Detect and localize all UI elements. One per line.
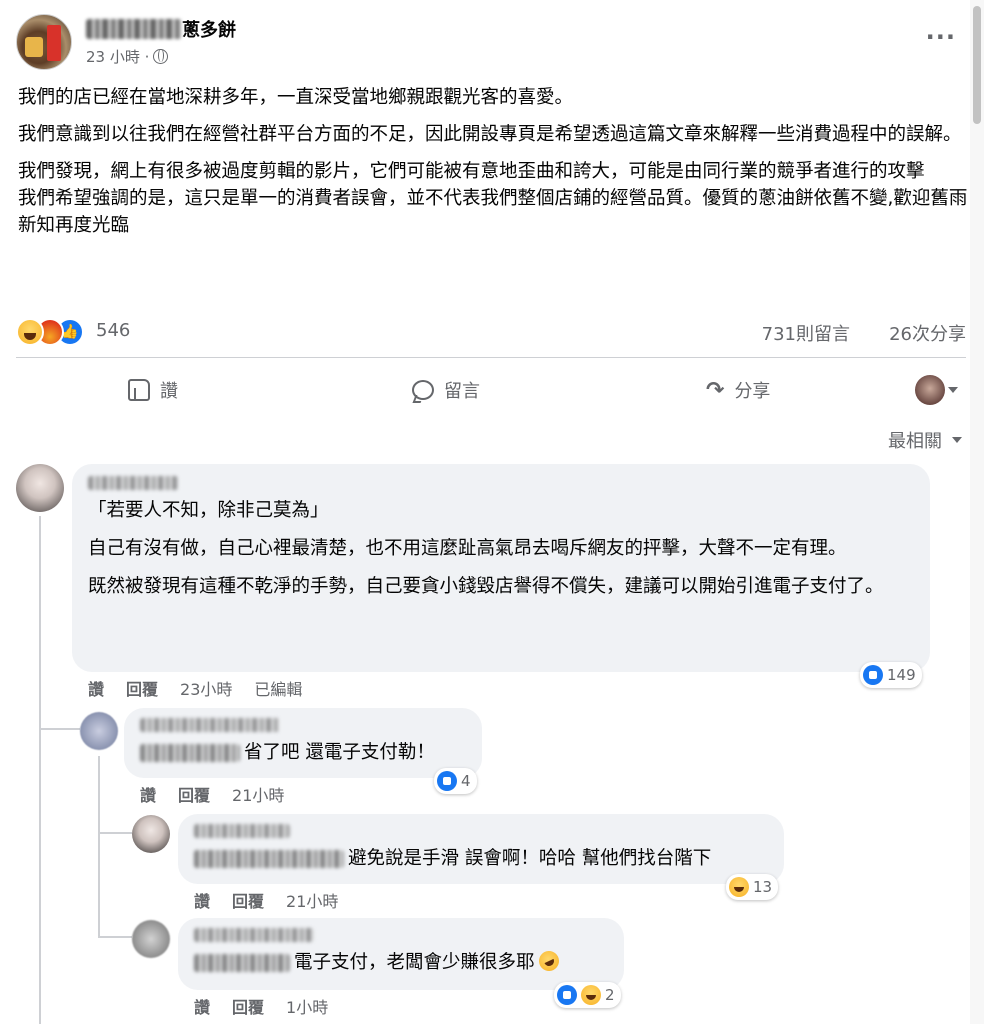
page-name[interactable]: 蔥多餅 [182,20,236,41]
comment-paragraph: 既然被發現有這種不乾淨的手勢，自己要貪小錢毀店譽得不償失，建議可以開始引進電子支… [88,576,884,597]
like-reaction-icon [863,665,883,685]
comment-like-button[interactable]: 讚 [194,994,210,1018]
comment-label: 留言 [444,381,480,402]
comment-like-button[interactable]: 讚 [194,888,210,912]
post-time[interactable]: 23 小時 [86,48,140,66]
comment-time[interactable]: 1小時 [286,994,328,1018]
sort-label: 最相關 [888,431,942,452]
like-label: 讚 [160,381,178,402]
comment-reactions[interactable]: 13 [726,874,779,900]
divider [16,357,966,358]
like-reaction-icon [557,985,577,1005]
page-avatar[interactable] [16,14,72,70]
comment-bubble: 省了吧 還電子支付勒！ [124,708,482,778]
comment-reply-button[interactable]: 回覆 [232,888,264,912]
avatar[interactable] [132,920,170,958]
redacted-name [86,19,182,39]
haha-reaction-icon [581,985,601,1005]
like-reaction-icon [437,771,457,791]
share-arrow-icon: ↷ [706,377,725,403]
comment-bubble: 電子支付，老闆會少賺很多耶 [178,918,624,990]
thread-line [98,756,100,936]
comment-bubble-icon [412,380,434,400]
redacted-mention [194,954,290,972]
comment-button[interactable]: 留言 [412,364,480,416]
action-bar: 讚 留言 ↷ 分享 [16,364,966,416]
comment-reply-button[interactable]: 回覆 [232,994,264,1018]
rofl-emoji-icon [535,947,562,975]
caret-down-icon [952,437,962,443]
page-name-link[interactable]: 蔥多餅 [86,16,236,42]
comment-bubble: 避免說是手滑 誤會啊！哈哈 幫他們找台階下 [178,814,784,884]
comment-paragraph: 避免說是手滑 誤會啊！哈哈 幫他們找台階下 [348,848,712,869]
thread-line [98,832,132,834]
post-stats: 👍 546 731則留言 26次分享 [16,316,966,348]
comment-actions: 讚 回覆 21小時 [194,888,338,912]
post-paragraph: 我們發現，網上有很多被過度剪輯的影片，它們可能被有意地歪曲和誇大，可能是由同行業… [18,161,925,182]
post-paragraph: 我們的店已經在當地深耕多年，一直深受當地鄉親跟觀光客的喜愛。 [18,87,574,108]
comment-bubble: 「若要人不知，除非己莫為」 自己有沒有做，自己心裡最清楚，也不用這麼趾高氣昂去喝… [72,464,930,672]
comment-like-button[interactable]: 讚 [88,676,104,700]
post-paragraph: 我們意識到以往我們在經營社群平台方面的不足，因此開設專頁是希望透過這篇文章來解釋… [18,124,962,145]
thumb-up-icon [128,379,150,401]
comment-paragraph: 省了吧 還電子支付勒！ [244,742,435,763]
comment-author[interactable] [88,476,914,494]
comment-actions: 讚 回覆 21小時 [140,782,284,806]
comment-text: 避免說是手滑 誤會啊！哈哈 幫他們找台階下 [194,844,768,874]
redacted-mention [140,744,240,762]
avatar[interactable] [80,712,118,750]
post-header: 蔥多餅 23 小時 · ··· [16,12,966,72]
reaction-count[interactable]: 546 [96,320,130,341]
scrollbar-thumb[interactable] [973,6,981,124]
comment-author[interactable] [194,824,768,842]
haha-reaction-icon [729,877,749,897]
reaction-identity-selector[interactable] [915,375,958,405]
avatar[interactable] [132,815,170,853]
comment-paragraph: 電子支付，老闆會少賺很多耶 [294,952,535,973]
comment-actions: 讚 回覆 1小時 [194,994,328,1018]
comment-reaction-count: 2 [605,986,615,1004]
comment-like-button[interactable]: 讚 [140,782,156,806]
caret-down-icon [948,387,958,393]
comment-edited[interactable]: 已編輯 [254,676,302,700]
avatar[interactable] [16,464,64,512]
comment-reactions[interactable]: 4 [434,768,477,794]
comment-author[interactable] [140,718,466,736]
comment-reaction-count: 149 [887,666,916,684]
globe-icon [153,49,169,64]
post-meta: 23 小時 · [86,46,169,67]
thread-line [98,936,132,938]
scrollbar[interactable] [970,0,984,1024]
comment-paragraph: 自己有沒有做，自己心裡最清楚，也不用這麼趾高氣昂去喝斥網友的抨擊，大聲不一定有理… [88,538,847,559]
comment-count[interactable]: 731則留言 [762,320,850,346]
comment-time[interactable]: 21小時 [232,782,284,806]
like-button[interactable]: 讚 [128,364,178,416]
comment-text: 省了吧 還電子支付勒！ [140,738,466,768]
comment-time[interactable]: 21小時 [286,888,338,912]
share-button[interactable]: ↷ 分享 [706,364,770,416]
comment-text: 電子支付，老闆會少賺很多耶 [194,947,608,978]
thread-line [40,728,80,730]
redacted-mention [194,850,344,868]
comment-text: 「若要人不知，除非己莫為」 自己有沒有做，自己心裡最清楚，也不用這麼趾高氣昂去喝… [88,496,914,602]
comment-time[interactable]: 23小時 [180,676,232,700]
comment-reactions[interactable]: 2 [554,982,621,1008]
post-paragraph: 我們希望強調的是，這只是單一的消費者誤會，並不代表我們整個店鋪的經營品質。優質的… [18,188,968,236]
more-icon[interactable]: ··· [926,25,956,49]
haha-reaction-icon [16,318,44,346]
comment-author[interactable] [194,928,608,946]
comment-reaction-count: 4 [461,772,471,790]
share-label: 分享 [734,381,771,402]
share-count[interactable]: 26次分享 [889,320,966,346]
viewer-avatar [915,375,945,405]
comment-reply-button[interactable]: 回覆 [178,782,210,806]
comment-paragraph: 「若要人不知，除非己莫為」 [88,500,329,521]
post-body: 我們的店已經在當地深耕多年，一直深受當地鄉親跟觀光客的喜愛。 我們意識到以往我們… [18,84,968,249]
comment-reactions[interactable]: 149 [860,662,922,688]
comment-reply-button[interactable]: 回覆 [126,676,158,700]
comment-actions: 讚 回覆 23小時 已編輯 [88,676,302,700]
thread-line [39,516,41,1024]
comment-sort[interactable]: 最相關 [888,427,962,453]
comment-reaction-count: 13 [753,878,773,896]
